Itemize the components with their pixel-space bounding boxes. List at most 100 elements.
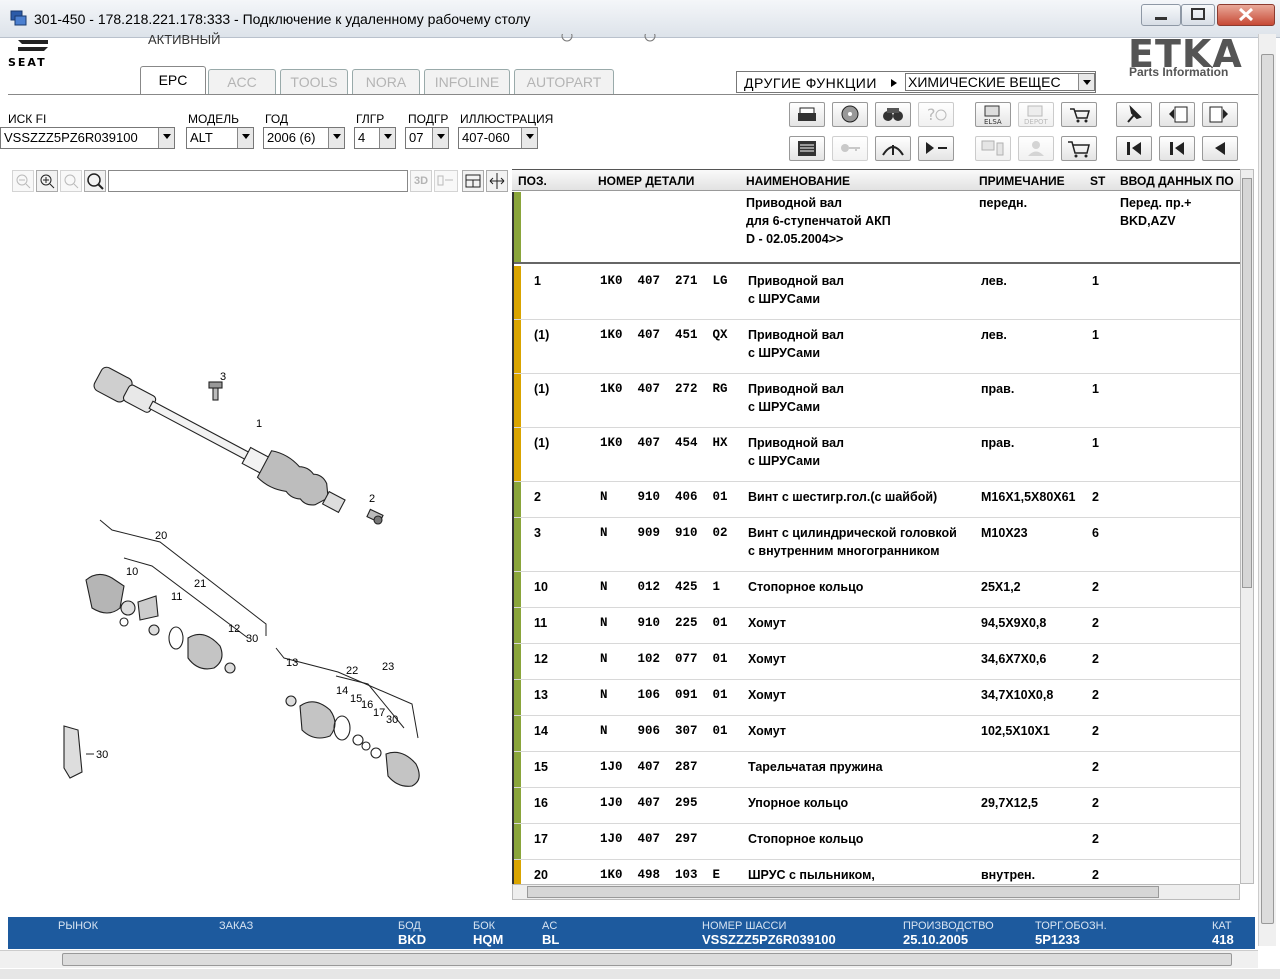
help-button[interactable]: ?: [918, 102, 954, 127]
view-3d-button[interactable]: 3D: [410, 170, 432, 192]
main-group-select[interactable]: 4: [354, 127, 396, 149]
model-select[interactable]: ALT: [186, 127, 254, 149]
table-group-header-row[interactable]: Приводной вал для 6-ступенчатой АКП D - …: [514, 192, 1240, 264]
table-row[interactable]: 10 N 012 425 1 Стопорное кольцо 25X1,2 2: [514, 572, 1240, 608]
resize-panes-icon[interactable]: [486, 170, 508, 192]
pin-button[interactable]: [1116, 102, 1152, 127]
market-label: РЫНОК: [58, 920, 98, 932]
shopping-cart-button[interactable]: [1061, 136, 1097, 161]
tab-nora[interactable]: NORA: [352, 69, 420, 94]
col-st[interactable]: ST: [1090, 174, 1105, 188]
part-number-cell: N 102 077 01: [600, 652, 728, 666]
maximize-button[interactable]: [1181, 4, 1215, 26]
layout-split-icon[interactable]: [462, 170, 484, 192]
zoom-fit-icon[interactable]: [60, 170, 82, 192]
table-row[interactable]: 13 N 106 091 01 Хомут 34,7X10X0,8 2: [514, 680, 1240, 716]
table-row[interactable]: 1 1K0 407 271 LG Приводной вал с ШРУСами ле…: [514, 266, 1240, 320]
name-cell: Стопорное кольцо: [748, 580, 864, 594]
chevron-down-icon[interactable]: [237, 128, 253, 148]
depot-button[interactable]: DEPOT: [1018, 102, 1054, 127]
col-note[interactable]: ПРИМЕЧАНИЕ: [979, 174, 1065, 188]
scroll-thumb[interactable]: [1242, 178, 1252, 588]
tab-autopart[interactable]: AUTOPART: [514, 69, 614, 94]
image-search-input[interactable]: [108, 170, 408, 192]
scroll-thumb[interactable]: [527, 886, 1159, 898]
table-row[interactable]: 11 N 910 225 01 Хомут 94,5X9X0,8 2: [514, 608, 1240, 644]
st-cell: 2: [1092, 724, 1099, 738]
table-row[interactable]: 16 1J0 407 295 Упорное кольцо 29,7X12,5 2: [514, 788, 1240, 824]
magnifier-icon[interactable]: [84, 170, 106, 192]
table-row[interactable]: 20 1K0 498 103 E ШРУС с пыльником, внутрен.…: [514, 860, 1240, 884]
vin-field[interactable]: VSSZZZ5PZ6R039100: [0, 127, 175, 149]
chevron-down-icon[interactable]: [328, 128, 344, 148]
prev-button[interactable]: [1159, 136, 1195, 161]
table-horizontal-scrollbar[interactable]: [512, 884, 1240, 900]
table-row[interactable]: 12 N 102 077 01 Хомут 34,6X7X0,6 2: [514, 644, 1240, 680]
part-number-cell: 1J0 407 295: [600, 796, 698, 810]
previous-page-button[interactable]: [1159, 102, 1195, 127]
close-button[interactable]: [1217, 4, 1275, 26]
search-binoculars-button[interactable]: [875, 102, 911, 127]
toggle-callouts-icon[interactable]: [434, 170, 458, 192]
tab-tools[interactable]: TOOLS: [280, 69, 348, 94]
chevron-down-icon[interactable]: [379, 128, 395, 148]
chevron-down-icon[interactable]: [158, 128, 174, 148]
chevron-down-icon[interactable]: [1078, 74, 1094, 90]
table-row[interactable]: 2 N 910 406 01 Винт с шестигр.гол.(с шайбо…: [514, 482, 1240, 518]
cart-transfer-button[interactable]: [1061, 102, 1097, 127]
window-horizontal-scrollbar[interactable]: [0, 950, 1258, 968]
zoom-out-icon[interactable]: [12, 170, 34, 192]
bod-label: БОД: [398, 920, 421, 932]
note-cell: прав.: [981, 382, 1015, 396]
table-row[interactable]: 3 N 909 910 02 Винт с цилиндрической голов…: [514, 518, 1240, 572]
row-accent: [514, 860, 521, 884]
table-vertical-scrollbar[interactable]: [1240, 169, 1254, 884]
tab-infoline[interactable]: INFOLINE: [424, 69, 510, 94]
first-page-button[interactable]: [1116, 136, 1152, 161]
scroll-thumb[interactable]: [1261, 54, 1274, 924]
window-vertical-scrollbar[interactable]: [1258, 34, 1276, 946]
print-button[interactable]: [789, 102, 825, 127]
zoom-in-icon[interactable]: [36, 170, 58, 192]
other-functions-menu[interactable]: ДРУГИЕ ФУНКЦИИ ХИМИЧЕСКИЕ ВЕЩЕС: [736, 71, 1096, 93]
chevron-down-icon[interactable]: [521, 128, 537, 148]
back-button[interactable]: [1202, 136, 1238, 161]
year-select[interactable]: 2006 (6): [263, 127, 345, 149]
caret-right-icon: [891, 79, 897, 87]
col-pos[interactable]: ПОЗ.: [518, 174, 547, 188]
other-functions-select[interactable]: ХИМИЧЕСКИЕ ВЕЩЕС: [905, 73, 1095, 91]
disc-button[interactable]: [832, 102, 868, 127]
monitor-transfer-button[interactable]: [975, 136, 1011, 161]
steering-button[interactable]: [875, 136, 911, 161]
sub-group-select[interactable]: 07: [405, 127, 449, 149]
tab-acc[interactable]: ACC: [208, 69, 276, 94]
illustration-select[interactable]: 407-060: [458, 127, 538, 149]
tab-divider: [8, 94, 1270, 95]
table-row[interactable]: (1) 1K0 407 272 RG Приводной вал с ШРУСами…: [514, 374, 1240, 428]
elsa-button[interactable]: ELSA: [975, 102, 1011, 127]
play-forward-button[interactable]: [918, 136, 954, 161]
group-note: передн.: [979, 196, 1028, 210]
col-input[interactable]: ВВОД ДАННЫХ ПО: [1120, 174, 1234, 188]
chevron-down-icon[interactable]: [432, 128, 448, 148]
tab-epc[interactable]: EPC: [140, 66, 206, 95]
cat-label: КАТ: [1212, 920, 1232, 932]
col-name[interactable]: НАИМЕНОВАНИЕ: [746, 174, 850, 188]
production-label: ПРОИЗВОДСТВО: [903, 920, 994, 932]
minimize-button[interactable]: [1141, 4, 1181, 26]
table-row[interactable]: 14 N 906 307 01 Хомут 102,5X10X1 2: [514, 716, 1240, 752]
table-row[interactable]: 15 1J0 407 287 Тарельчатая пружина 2: [514, 752, 1240, 788]
parts-list-button[interactable]: [789, 136, 825, 161]
callout-21: 21: [194, 578, 206, 590]
col-part-number[interactable]: НОМЕР ДЕТАЛИ: [598, 174, 694, 188]
table-row[interactable]: (1) 1K0 407 451 QX Приводной вал с ШРУСами…: [514, 320, 1240, 374]
seat-brand-text: SEAT: [8, 56, 47, 69]
table-row[interactable]: (1) 1K0 407 454 HX Приводной вал с ШРУСами…: [514, 428, 1240, 482]
next-page-button[interactable]: [1202, 102, 1238, 127]
table-row[interactable]: 17 1J0 407 297 Стопорное кольцо 2: [514, 824, 1240, 860]
key-button[interactable]: [832, 136, 868, 161]
customer-button[interactable]: [1018, 136, 1054, 161]
note-cell: 94,5X9X0,8: [981, 616, 1047, 630]
row-accent: [514, 428, 521, 481]
scroll-thumb[interactable]: [62, 953, 1232, 966]
